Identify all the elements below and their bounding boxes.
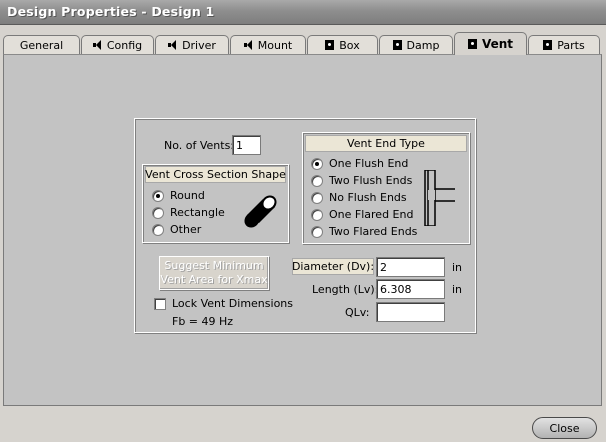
radio-label: One Flared End [329, 208, 414, 221]
tab-strip: General Config Driver Mount Box Damp Ven… [3, 32, 603, 55]
radio-label: Two Flared Ends [329, 225, 418, 238]
tab-general[interactable]: General [3, 35, 80, 54]
tab-label: Mount [257, 38, 293, 52]
vent-settings-group: No. of Vents: Vent Cross Section Shape R… [134, 118, 476, 333]
title-bar: Design Properties - Design 1 [0, 0, 606, 25]
box-icon [392, 40, 402, 50]
tab-box[interactable]: Box [307, 35, 378, 54]
radio-label: Round [170, 189, 205, 202]
radio-no-flush-ends[interactable]: No Flush Ends [311, 191, 407, 204]
tab-label: Vent [481, 37, 514, 51]
radio-indicator [311, 191, 323, 204]
tab-vent[interactable]: Vent [454, 32, 527, 55]
speaker-icon [243, 40, 253, 50]
radio-indicator [311, 225, 323, 238]
cross-section-title: Vent Cross Section Shape [145, 166, 286, 183]
box-icon [467, 39, 477, 49]
radio-indicator [152, 206, 164, 219]
diameter-input[interactable] [376, 257, 445, 277]
radio-one-flush-end[interactable]: One Flush End [311, 157, 408, 170]
radio-rectangle[interactable]: Rectangle [152, 206, 225, 219]
tab-label: Driver [182, 38, 216, 52]
lock-dimensions-label: Lock Vent Dimensions [172, 297, 293, 310]
radio-two-flared-ends[interactable]: Two Flared Ends [311, 225, 417, 238]
diameter-unit: in [452, 261, 463, 274]
lock-dimensions-checkbox[interactable] [154, 298, 166, 310]
cross-section-group: Vent Cross Section Shape Round Rectangle… [142, 164, 289, 243]
vent-tab-pane: No. of Vents: Vent Cross Section Shape R… [3, 54, 602, 406]
radio-indicator [311, 208, 323, 221]
box-icon [325, 40, 335, 50]
tab-driver[interactable]: Driver [155, 35, 229, 54]
tab-mount[interactable]: Mount [230, 35, 306, 54]
suggest-vent-area-button[interactable]: Suggest Minimum Vent Area for Xmax [159, 256, 269, 290]
qlv-label: QLv: [345, 306, 370, 319]
tab-config[interactable]: Config [81, 35, 154, 54]
tab-label: Box [339, 38, 360, 52]
dialog-window: General Config Driver Mount Box Damp Ven… [0, 25, 606, 442]
suggest-button-line2: Vent Area for Xmax [160, 273, 268, 286]
radio-label: Other [170, 223, 202, 236]
qlv-input[interactable] [376, 302, 445, 322]
suggest-button-line1: Suggest Minimum [164, 259, 264, 272]
vent-end-diagram-icon [424, 170, 455, 226]
radio-other[interactable]: Other [152, 223, 201, 236]
end-type-title: Vent End Type [305, 135, 467, 152]
radio-label: No Flush Ends [329, 191, 407, 204]
end-type-group: Vent End Type One Flush End Two Flush En… [302, 132, 470, 244]
num-vents-label: No. of Vents: [164, 139, 235, 152]
box-icon [543, 40, 553, 50]
length-unit: in [452, 283, 463, 296]
close-button-label: Close [549, 421, 580, 435]
diameter-label: Diameter (Dv): [291, 258, 375, 275]
window-title: Design Properties - Design 1 [7, 4, 215, 19]
radio-two-flush-ends[interactable]: Two Flush Ends [311, 174, 412, 187]
close-button[interactable]: Close [532, 417, 597, 439]
length-label: Length (Lv): [312, 283, 379, 296]
tab-label: Damp [406, 38, 440, 52]
radio-one-flared-end[interactable]: One Flared End [311, 208, 413, 221]
speaker-icon [92, 40, 102, 50]
radio-indicator [311, 174, 323, 187]
speaker-icon [168, 40, 177, 50]
radio-round[interactable]: Round [152, 189, 205, 202]
length-input[interactable] [376, 279, 445, 299]
tab-parts[interactable]: Parts [528, 35, 600, 54]
round-vent-icon [244, 195, 277, 228]
tab-damp[interactable]: Damp [379, 35, 453, 54]
tab-label: Parts [557, 38, 585, 52]
num-vents-input[interactable] [232, 135, 261, 155]
radio-label: Rectangle [170, 206, 225, 219]
fb-readout: Fb = 49 Hz [172, 315, 234, 328]
radio-indicator [152, 189, 164, 202]
tab-label: Config [106, 38, 143, 52]
radio-indicator [311, 157, 323, 170]
tab-label: General [19, 38, 64, 52]
radio-indicator [152, 223, 164, 236]
radio-label: Two Flush Ends [329, 174, 413, 187]
radio-label: One Flush End [329, 157, 409, 170]
